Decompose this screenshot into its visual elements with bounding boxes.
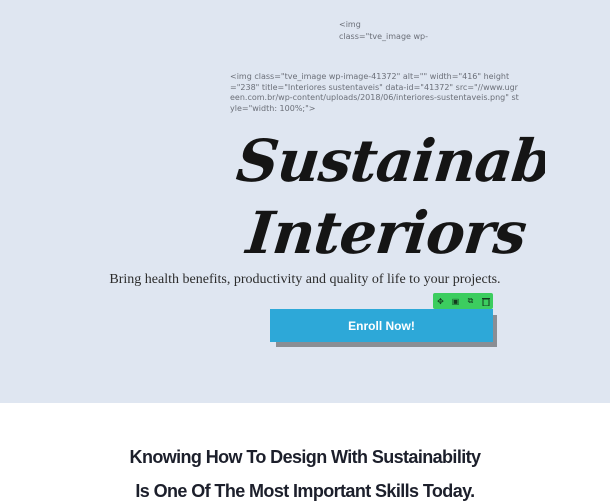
move-icon[interactable]: ✥: [435, 295, 447, 307]
section-heading-line1: Knowing How To Design With Sustainabilit…: [129, 447, 482, 467]
duplicate-icon[interactable]: ⧉: [465, 295, 477, 307]
save-icon[interactable]: ▣: [450, 295, 462, 307]
hero-heading-image: Sustainable Interiors: [225, 120, 545, 254]
hero-heading-line2: Interiors: [243, 199, 530, 254]
element-toolbar: ✥ ▣ ⧉: [433, 293, 493, 309]
image-code-snippet: <img class="tve_image wp-: [339, 20, 429, 41]
enroll-button[interactable]: Enroll Now!: [270, 309, 493, 342]
section-heading-line2: Is One Of The Most Important Skills Toda…: [135, 481, 475, 501]
hero-heading-line1: Sustainable: [233, 127, 545, 195]
image-code-snippet-full: <img class="tve_image wp-image-41372" al…: [230, 72, 519, 113]
delete-icon[interactable]: [480, 295, 492, 307]
hero-subtitle: Bring health benefits, productivity and …: [109, 272, 501, 287]
